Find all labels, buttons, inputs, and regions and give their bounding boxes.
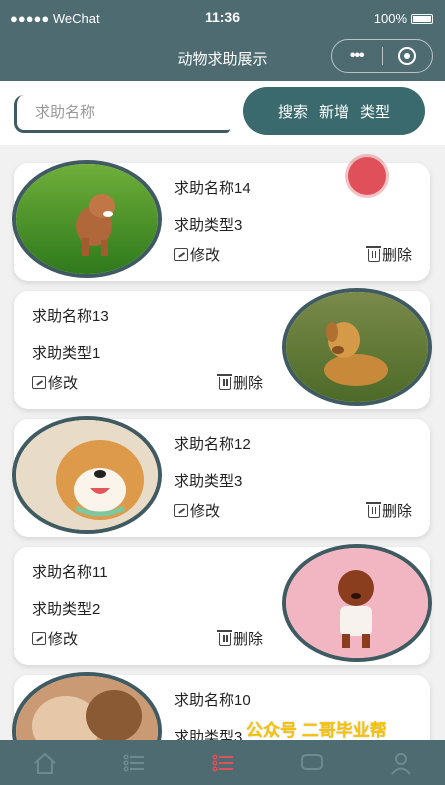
add-button[interactable]: 新增 xyxy=(319,101,349,122)
delete-button[interactable]: 删除 xyxy=(217,372,264,393)
action-button-group: 搜索 新增 类型 xyxy=(243,87,425,135)
golden-retriever-photo-icon xyxy=(286,292,428,402)
watermark: 公众号 二哥毕业帮 xyxy=(246,721,387,740)
help-name: 求助名称14 xyxy=(174,180,251,197)
list-item[interactable]: 求助名称13 求助类型1 修改 删除 xyxy=(14,288,432,409)
help-name: 求助名称13 xyxy=(32,308,109,325)
close-button[interactable] xyxy=(382,47,432,65)
tab-home[interactable] xyxy=(0,740,89,785)
edit-icon xyxy=(32,632,46,645)
type-button[interactable]: 类型 xyxy=(360,101,390,122)
list-item[interactable]: 求助名称12 求助类型3 修改 删除 xyxy=(12,416,430,537)
list-item[interactable]: 求助名称11 求助类型2 修改 删除 xyxy=(14,544,432,665)
dog-photo-icon xyxy=(16,676,158,740)
edit-button[interactable]: 修改 xyxy=(174,500,220,521)
battery-icon xyxy=(411,13,433,24)
target-icon xyxy=(398,47,417,65)
trash-icon xyxy=(217,374,232,390)
dog-photo xyxy=(12,160,162,278)
chat-icon xyxy=(300,753,323,770)
trash-icon xyxy=(365,246,381,262)
delete-button[interactable]: 删除 xyxy=(365,500,412,521)
help-name: 求助名称12 xyxy=(174,436,251,453)
shiba-photo-icon xyxy=(16,420,158,530)
help-name: 求助名称10 xyxy=(174,692,251,709)
help-type: 求助类型3 xyxy=(174,473,243,490)
edit-button[interactable]: 修改 xyxy=(174,244,220,265)
edit-icon xyxy=(32,376,46,389)
edit-label: 修改 xyxy=(190,503,221,520)
home-icon xyxy=(33,752,56,774)
edit-button[interactable]: 修改 xyxy=(32,372,78,393)
more-menu-button[interactable]: ••• xyxy=(332,47,382,65)
edit-icon xyxy=(174,248,188,261)
edit-label: 修改 xyxy=(48,375,79,392)
search-input[interactable] xyxy=(14,95,230,133)
edit-label: 修改 xyxy=(48,631,79,648)
delete-label: 删除 xyxy=(381,503,412,520)
dog-photo xyxy=(12,416,162,534)
user-icon xyxy=(390,752,411,775)
trash-icon xyxy=(217,630,232,646)
edit-button[interactable]: 修改 xyxy=(32,628,78,649)
dog-photo xyxy=(282,288,432,406)
tab-chat[interactable] xyxy=(267,740,356,785)
battery-indicator: 100% xyxy=(374,11,433,26)
nav-bar: 动物求助展示 ••• xyxy=(0,36,445,81)
poodle-photo-icon xyxy=(16,164,158,274)
help-name: 求助名称11 xyxy=(32,564,108,581)
list-active-icon xyxy=(212,754,233,771)
delete-button[interactable]: 删除 xyxy=(217,628,264,649)
tab-bar xyxy=(0,740,445,785)
tab-list-active[interactable] xyxy=(178,740,267,785)
mini-program-capsule: ••• xyxy=(331,39,433,73)
edit-label: 修改 xyxy=(190,247,221,264)
status-bar: ●●●●● WeChat 11:36 100% xyxy=(0,0,445,36)
delete-button[interactable]: 删除 xyxy=(365,244,412,265)
tab-list[interactable] xyxy=(89,740,178,785)
search-button[interactable]: 搜索 xyxy=(278,101,308,122)
dog-photo xyxy=(12,672,162,740)
tab-profile[interactable] xyxy=(356,740,445,785)
search-bar: 搜索 新增 类型 xyxy=(0,81,445,145)
delete-label: 删除 xyxy=(381,247,412,264)
help-type: 求助类型3 xyxy=(174,217,243,234)
dog-photo xyxy=(282,544,432,662)
help-type: 求助类型1 xyxy=(32,345,101,362)
battery-percent: 100% xyxy=(373,11,407,26)
trash-icon xyxy=(365,502,381,518)
delete-label: 删除 xyxy=(233,375,264,392)
floating-red-button[interactable] xyxy=(348,157,386,195)
help-list[interactable]: 求助名称14 求助类型3 修改 删除 求助名称13 求助类型1 修改 删除 求助… xyxy=(0,145,445,740)
help-type: 求助类型2 xyxy=(32,601,101,618)
help-type: 求助类型3 xyxy=(174,729,243,740)
edit-icon xyxy=(174,504,188,517)
list-icon xyxy=(123,754,144,771)
poodle-shirt-photo-icon xyxy=(286,548,428,658)
delete-label: 删除 xyxy=(233,631,264,648)
